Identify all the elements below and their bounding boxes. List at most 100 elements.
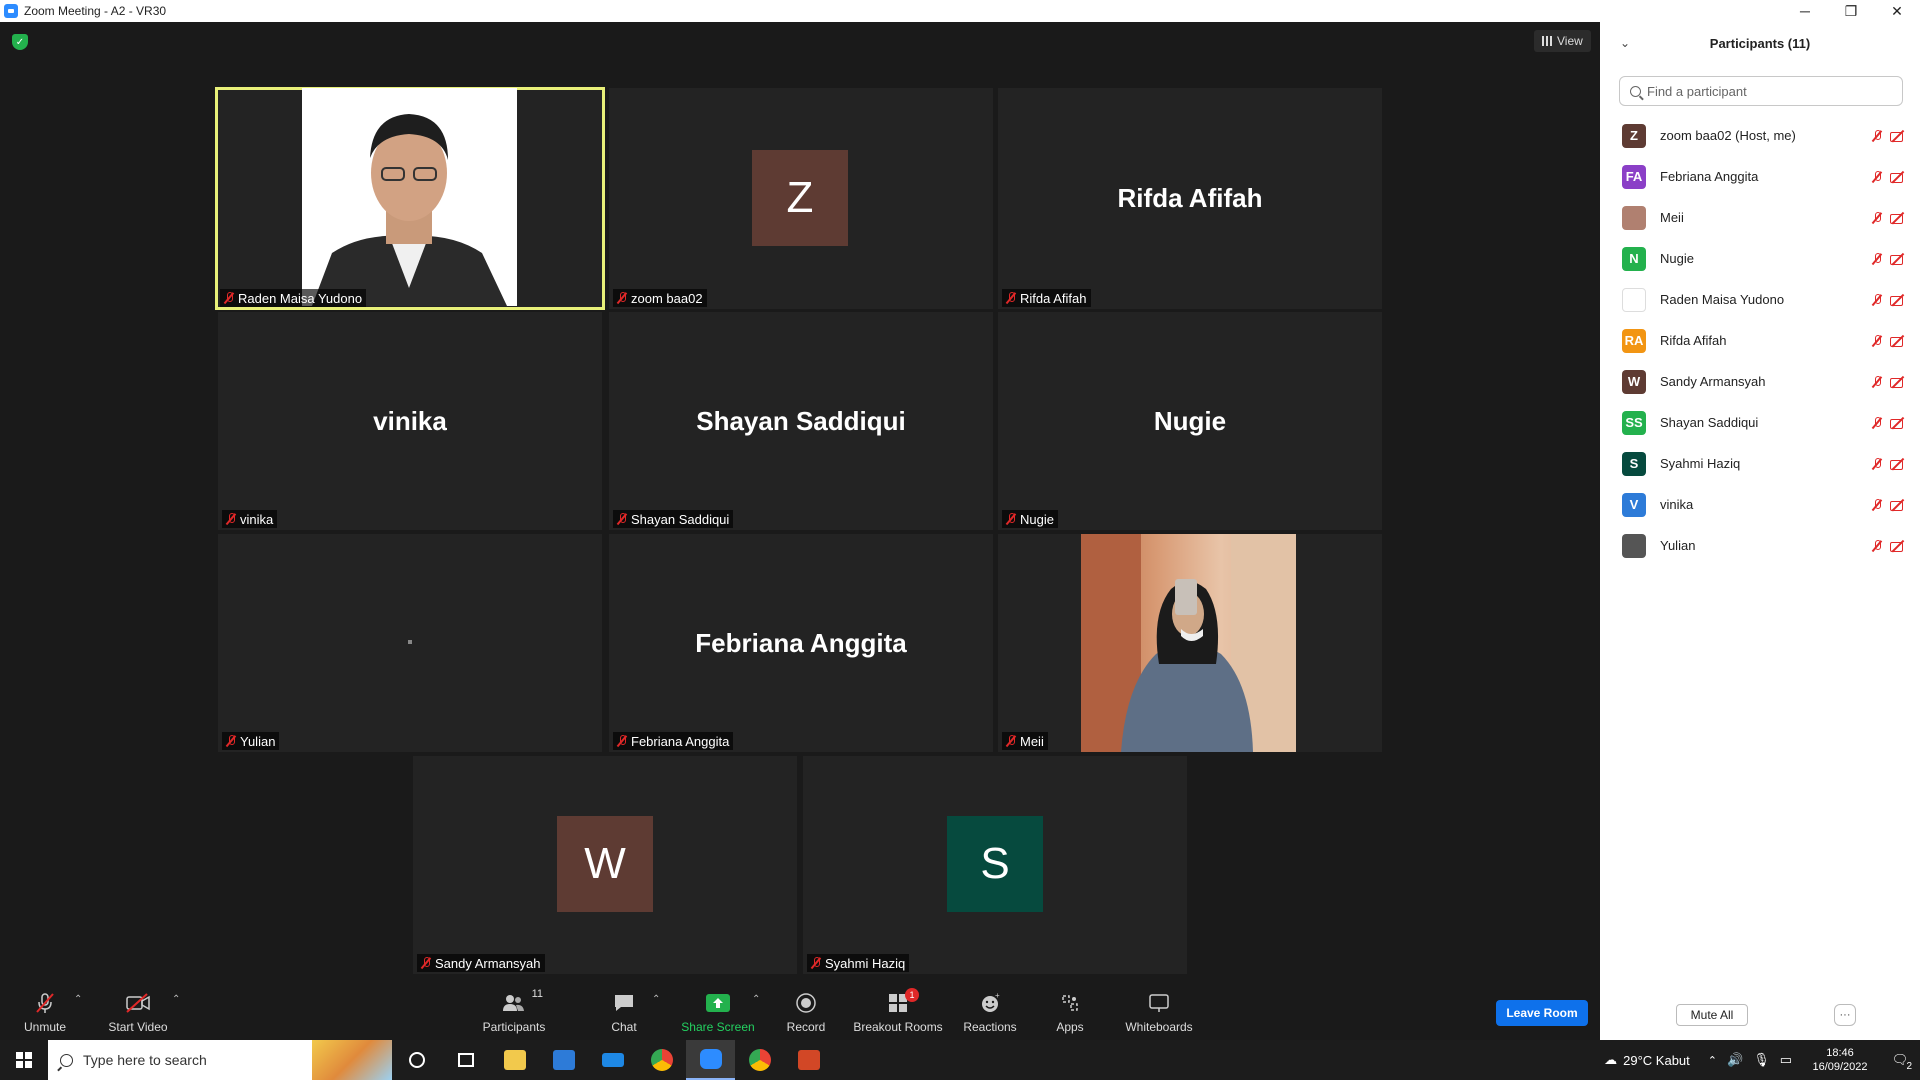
video-tile-vinika[interactable]: vinika vinika — [218, 312, 602, 530]
video-tile-febriana-anggita[interactable]: Febriana Anggita Febriana Anggita — [609, 534, 993, 752]
more-options-button[interactable]: ··· — [1834, 1004, 1856, 1026]
notification-center-icon[interactable]: 🗨 2 — [1880, 1052, 1920, 1072]
leave-room-button[interactable]: Leave Room — [1496, 1000, 1588, 1026]
apps-button[interactable]: Apps — [1054, 982, 1086, 1040]
smiley-icon: + — [977, 992, 1003, 1014]
microphone-icon[interactable]: 🎙 — [1753, 1052, 1770, 1068]
mic-muted-icon[interactable] — [1872, 211, 1882, 224]
store-button[interactable] — [539, 1040, 588, 1080]
participant-row[interactable]: Zzoom baa02 (Host, me) — [1600, 115, 1920, 156]
mic-muted-icon — [617, 735, 627, 747]
video-tile-nugie[interactable]: Nugie Nugie — [998, 312, 1382, 530]
video-tile-sandy-armansyah[interactable]: W Sandy Armansyah — [413, 756, 797, 974]
unmute-button[interactable]: Unmute — [20, 982, 70, 1040]
network-icon[interactable]: ▭ — [1780, 1052, 1792, 1068]
video-options-caret[interactable]: ⌃ — [172, 994, 180, 1005]
powerpoint-button[interactable] — [784, 1040, 833, 1080]
mic-muted-icon[interactable] — [1872, 129, 1882, 142]
video-tile-meii[interactable]: Meii — [998, 534, 1382, 752]
video-tile-syahmi-haziq[interactable]: S Syahmi Haziq — [803, 756, 1187, 974]
chat-options-caret[interactable]: ⌃ — [652, 994, 660, 1005]
video-off-icon[interactable] — [1890, 171, 1906, 183]
mic-muted-icon[interactable] — [1872, 457, 1882, 470]
encryption-shield-icon[interactable]: ✓ — [12, 34, 28, 50]
video-off-icon[interactable] — [1890, 294, 1906, 306]
participants-button[interactable]: 11 Participants — [478, 982, 550, 1040]
participant-row[interactable]: W Sandy Armansyah — [1600, 361, 1920, 402]
record-icon — [793, 992, 819, 1014]
participant-row[interactable]: RA Rifda Afifah — [1600, 320, 1920, 361]
svg-text:+: + — [995, 992, 1000, 1000]
video-off-icon[interactable] — [1890, 376, 1906, 388]
start-button[interactable] — [0, 1040, 48, 1080]
mic-muted-icon — [617, 292, 627, 304]
man-photo-illustration — [302, 88, 517, 306]
cortana-button[interactable] — [392, 1040, 441, 1080]
share-options-caret[interactable]: ⌃ — [752, 994, 760, 1005]
reactions-button[interactable]: + Reactions — [960, 982, 1020, 1040]
close-button[interactable]: ✕ — [1874, 0, 1920, 22]
volume-icon[interactable]: 🔊 — [1727, 1052, 1743, 1068]
video-off-icon[interactable] — [1890, 540, 1906, 552]
participant-row[interactable]: Vvinika — [1600, 484, 1920, 525]
start-video-button[interactable]: Start Video — [106, 982, 170, 1040]
mail-button[interactable] — [588, 1040, 637, 1080]
title-bar: Zoom Meeting - A2 - VR30 ─ ❐ ✕ — [0, 0, 1920, 22]
task-view-button[interactable] — [441, 1040, 490, 1080]
mic-muted-icon[interactable] — [1872, 375, 1882, 388]
weather-text[interactable]: 29°C Kabut — [1623, 1053, 1690, 1068]
video-tile-shayan-saddiqui[interactable]: Shayan Saddiqui Shayan Saddiqui — [609, 312, 993, 530]
tray-chevron-icon[interactable]: ⌃ — [1708, 1054, 1717, 1067]
breakout-rooms-button[interactable]: 1 Breakout Rooms — [852, 982, 944, 1040]
chrome-button[interactable] — [637, 1040, 686, 1080]
restore-button[interactable]: ❐ — [1828, 0, 1874, 22]
mic-muted-icon[interactable] — [1872, 539, 1882, 552]
video-tile-zoom-baa02[interactable]: Z zoom baa02 — [609, 88, 993, 309]
participant-row[interactable]: Raden Maisa Yudono — [1600, 279, 1920, 320]
video-off-icon[interactable] — [1890, 499, 1906, 511]
audio-options-caret[interactable]: ⌃ — [74, 994, 82, 1005]
video-tile-raden-maisa-yudono[interactable]: Raden Maisa Yudono — [215, 87, 605, 310]
participant-name: zoom baa02 (Host, me) — [1660, 128, 1796, 143]
participant-search-input[interactable]: Find a participant — [1619, 76, 1903, 106]
video-tile-rifda-afifah[interactable]: Rifda Afifah Rifda Afifah — [998, 88, 1382, 309]
video-off-icon[interactable] — [1890, 212, 1906, 224]
file-explorer-button[interactable] — [490, 1040, 539, 1080]
video-off-icon[interactable] — [1890, 335, 1906, 347]
whiteboards-button[interactable]: Whiteboards — [1124, 982, 1194, 1040]
share-screen-button[interactable]: Share Screen — [680, 982, 756, 1040]
participant-name: Febriana Anggita — [1660, 169, 1759, 184]
participant-row[interactable]: S Syahmi Haziq — [1600, 443, 1920, 484]
mic-muted-icon[interactable] — [1872, 293, 1882, 306]
participant-status — [1872, 170, 1906, 183]
zoom-taskbar-button[interactable] — [686, 1040, 735, 1080]
record-button[interactable]: Record — [784, 982, 828, 1040]
video-tile-yulian[interactable]: Yulian — [218, 534, 602, 752]
taskbar-search-box[interactable]: Type here to search — [48, 1040, 392, 1080]
mic-muted-icon[interactable] — [1872, 252, 1882, 265]
participant-row[interactable]: Yulian — [1600, 525, 1920, 566]
mic-muted-icon[interactable] — [1872, 416, 1882, 429]
participant-row[interactable]: SS Shayan Saddiqui — [1600, 402, 1920, 443]
chrome-button-2[interactable] — [735, 1040, 784, 1080]
video-off-icon[interactable] — [1890, 253, 1906, 265]
view-button[interactable]: View — [1534, 30, 1591, 52]
participant-name: Raden Maisa Yudono — [1660, 292, 1785, 307]
mute-all-button[interactable]: Mute All — [1676, 1004, 1748, 1026]
mic-muted-icon[interactable] — [1872, 170, 1882, 183]
participant-row[interactable]: FA Febriana Anggita — [1600, 156, 1920, 197]
minimize-button[interactable]: ─ — [1782, 0, 1828, 22]
chrome-icon — [748, 1049, 771, 1071]
mic-muted-icon[interactable] — [1872, 498, 1882, 511]
video-off-icon[interactable] — [1890, 458, 1906, 470]
video-off-icon[interactable] — [1890, 130, 1906, 142]
video-off-icon[interactable] — [1890, 417, 1906, 429]
participant-row[interactable]: Meii — [1600, 197, 1920, 238]
participant-avatar: V — [1622, 492, 1646, 517]
chat-button[interactable]: Chat — [600, 982, 648, 1040]
meeting-toolbar: Unmute ⌃ Start Video ⌃ 11 Participants C… — [0, 982, 1600, 1040]
taskbar-clock[interactable]: 18:46 16/09/2022 — [1800, 1046, 1880, 1074]
mic-muted-icon[interactable] — [1872, 334, 1882, 347]
participant-row[interactable]: N Nugie — [1600, 238, 1920, 279]
tile-name-label: Febriana Anggita — [613, 732, 734, 750]
